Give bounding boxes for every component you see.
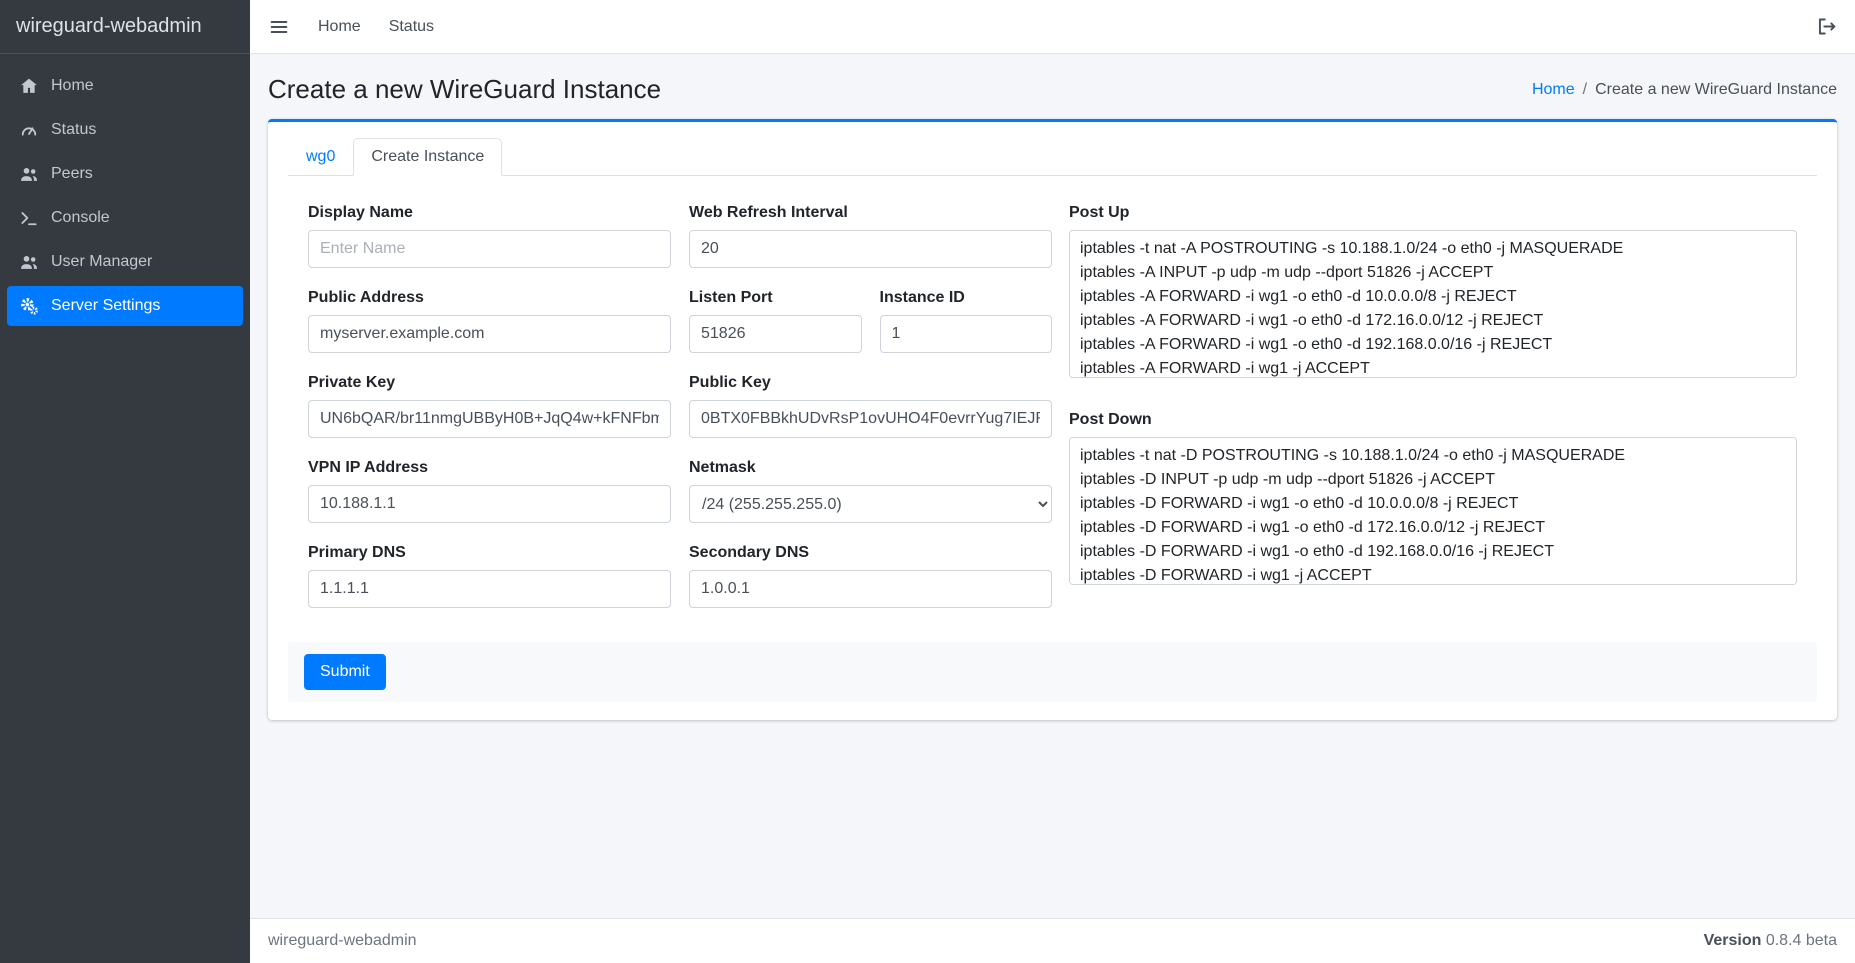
port-instance-row: Listen Port Instance ID — [689, 289, 1052, 353]
footer-version: Version 0.8.4 beta — [1704, 932, 1837, 950]
private-key-input[interactable] — [308, 400, 671, 438]
sidebar-item-label: Status — [51, 121, 96, 139]
instance-id-input[interactable] — [880, 315, 1053, 353]
breadcrumb: Home / Create a new WireGuard Instance — [1532, 81, 1837, 99]
post-up-label: Post Up — [1069, 204, 1797, 222]
tab-wg0[interactable]: wg0 — [288, 138, 353, 176]
gauge-icon — [17, 120, 41, 140]
private-key-label: Private Key — [308, 374, 671, 392]
page-title: Create a new WireGuard Instance — [268, 74, 661, 105]
gears-icon — [17, 296, 41, 316]
secondary-dns-group: Secondary DNS — [689, 544, 1052, 608]
sidebar-item-status[interactable]: Status — [7, 110, 243, 150]
content: wg0 Create Instance Display Name Web Ref… — [250, 119, 1855, 918]
primary-dns-input[interactable] — [308, 570, 671, 608]
terminal-icon — [17, 208, 41, 228]
listen-port-group: Listen Port — [689, 289, 862, 353]
post-up-group: Post Up iptables -t nat -A POSTROUTING -… — [1069, 204, 1797, 383]
post-down-group: Post Down iptables -t nat -D POSTROUTING… — [1069, 411, 1797, 590]
sidebar-item-label: User Manager — [51, 253, 152, 271]
web-refresh-interval-input[interactable] — [689, 230, 1052, 268]
sidebar-nav: Home Status Peers Console — [0, 54, 250, 338]
create-instance-form: Display Name Web Refresh Interval Public… — [288, 176, 1817, 608]
web-refresh-interval-label: Web Refresh Interval — [689, 204, 1052, 222]
brand-text: wireguard-webadmin — [16, 15, 202, 38]
users-icon — [17, 164, 41, 184]
web-refresh-interval-group: Web Refresh Interval — [689, 204, 1052, 268]
public-key-input[interactable] — [689, 400, 1052, 438]
post-up-textarea[interactable]: iptables -t nat -A POSTROUTING -s 10.188… — [1069, 230, 1797, 378]
listen-port-label: Listen Port — [689, 289, 862, 307]
sidebar-item-peers[interactable]: Peers — [7, 154, 243, 194]
vpn-ip-label: VPN IP Address — [308, 459, 671, 477]
secondary-dns-label: Secondary DNS — [689, 544, 1052, 562]
sidebar-item-console[interactable]: Console — [7, 198, 243, 238]
form-actions: Submit — [288, 642, 1817, 702]
tab-create-instance[interactable]: Create Instance — [353, 138, 502, 176]
display-name-input[interactable] — [308, 230, 671, 268]
footer-app-name: wireguard-webadmin — [268, 932, 417, 950]
post-down-label: Post Down — [1069, 411, 1797, 429]
brand-link[interactable]: wireguard-webadmin — [0, 0, 250, 54]
display-name-group: Display Name — [308, 204, 671, 268]
breadcrumb-home-link[interactable]: Home — [1532, 81, 1575, 99]
primary-dns-label: Primary DNS — [308, 544, 671, 562]
instance-card: wg0 Create Instance Display Name Web Ref… — [268, 119, 1837, 720]
breadcrumb-current: Create a new WireGuard Instance — [1595, 81, 1837, 99]
public-key-group: Public Key — [689, 374, 1052, 438]
public-address-label: Public Address — [308, 289, 671, 307]
public-address-input[interactable] — [308, 315, 671, 353]
footer-version-value: 0.8.4 beta — [1766, 932, 1837, 949]
users-icon — [17, 252, 41, 272]
sidebar-item-label: Home — [51, 77, 94, 95]
sidebar-item-label: Console — [51, 209, 110, 227]
listen-port-input[interactable] — [689, 315, 862, 353]
sidebar-item-label: Server Settings — [51, 297, 160, 315]
netmask-select[interactable]: /24 (255.255.255.0) — [689, 485, 1052, 523]
vpn-ip-input[interactable] — [308, 485, 671, 523]
sidebar-item-label: Peers — [51, 165, 93, 183]
top-navbar: Home Status — [250, 0, 1855, 54]
home-icon — [17, 76, 41, 96]
sidebar-item-server-settings[interactable]: Server Settings — [7, 286, 243, 326]
secondary-dns-input[interactable] — [689, 570, 1052, 608]
topnav-link-home[interactable]: Home — [318, 18, 361, 36]
display-name-label: Display Name — [308, 204, 671, 222]
page-footer: wireguard-webadmin Version 0.8.4 beta — [250, 918, 1855, 963]
vpn-ip-group: VPN IP Address — [308, 459, 671, 523]
logout-icon[interactable] — [1816, 16, 1837, 37]
instance-id-group: Instance ID — [880, 289, 1053, 353]
public-address-group: Public Address — [308, 289, 671, 353]
instance-id-label: Instance ID — [880, 289, 1053, 307]
content-header: Create a new WireGuard Instance Home / C… — [250, 54, 1855, 119]
sidebar-item-home[interactable]: Home — [7, 66, 243, 106]
form-left-columns: Display Name Web Refresh Interval Public… — [308, 204, 1052, 608]
topnav-link-status[interactable]: Status — [389, 18, 434, 36]
post-down-textarea[interactable]: iptables -t nat -D POSTROUTING -s 10.188… — [1069, 437, 1797, 585]
netmask-label: Netmask — [689, 459, 1052, 477]
primary-dns-group: Primary DNS — [308, 544, 671, 608]
main-area: Home Status Create a new WireGuard Insta… — [250, 0, 1855, 963]
netmask-group: Netmask /24 (255.255.255.0) — [689, 459, 1052, 523]
sidebar: wireguard-webadmin Home Status Peers — [0, 0, 250, 963]
app-window: wireguard-webadmin Home Status Peers — [0, 0, 1855, 963]
private-key-group: Private Key — [308, 374, 671, 438]
breadcrumb-separator: / — [1583, 81, 1587, 99]
submit-button[interactable]: Submit — [304, 654, 386, 690]
public-key-label: Public Key — [689, 374, 1052, 392]
form-right-column: Post Up iptables -t nat -A POSTROUTING -… — [1069, 204, 1797, 608]
hamburger-menu-icon[interactable] — [268, 16, 290, 38]
instance-tabs: wg0 Create Instance — [288, 138, 1817, 176]
sidebar-item-user-manager[interactable]: User Manager — [7, 242, 243, 282]
footer-version-label: Version — [1704, 932, 1762, 949]
